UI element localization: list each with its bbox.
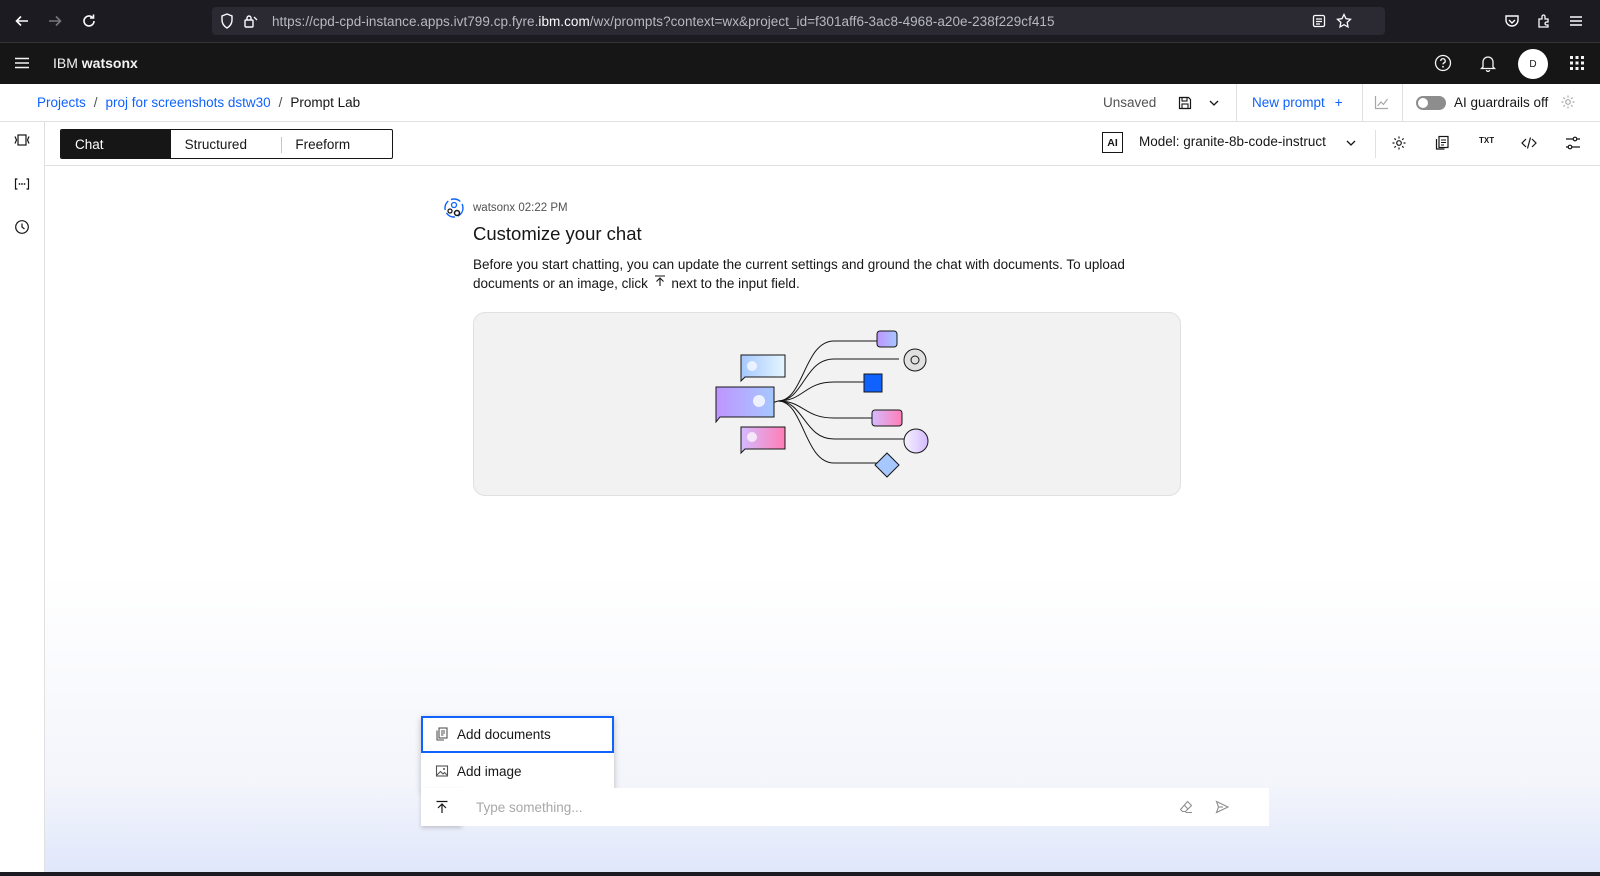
breadcrumb-separator: / <box>278 95 283 110</box>
breadcrumb-current: Prompt Lab <box>290 95 361 110</box>
add-documents-item[interactable]: Add documents <box>421 716 614 753</box>
divider <box>1362 84 1363 121</box>
shield-icon[interactable] <box>220 13 234 29</box>
breadcrumb-bar: Projects / proj for screenshots dstw30 / Pro… <box>0 84 1600 122</box>
save-options-chevron-icon[interactable] <box>1207 96 1221 110</box>
image-icon <box>435 764 449 781</box>
notification-bell-icon[interactable] <box>1479 54 1497 72</box>
add-documents-label: Add documents <box>457 727 551 742</box>
arrow-right-icon <box>49 15 62 27</box>
product-name[interactable]: IBM watsonx <box>53 55 138 71</box>
code-icon[interactable] <box>1521 135 1537 151</box>
add-image-item[interactable]: Add image <box>421 753 614 790</box>
extensions-icon[interactable] <box>1536 13 1552 29</box>
guardrails-toggle[interactable] <box>1416 96 1446 110</box>
divider <box>1402 84 1403 121</box>
upload-icon <box>654 275 665 286</box>
pocket-icon[interactable] <box>1504 13 1520 29</box>
address-bar[interactable]: https://cpd-cpd-instance.apps.ivt799.cp.… <box>212 7 1385 35</box>
window-bottom-edge <box>0 872 1600 876</box>
reload-button[interactable] <box>78 10 100 32</box>
message-text: next to the input field. <box>671 276 800 291</box>
history-clock-icon[interactable] <box>14 219 30 235</box>
parameters-sliders-icon[interactable] <box>1565 135 1581 151</box>
back-button[interactable] <box>11 10 33 32</box>
model-chevron-down-icon[interactable] <box>1344 136 1358 150</box>
send-icon[interactable] <box>1215 800 1229 814</box>
message-title: Customize your chat <box>473 223 642 244</box>
main-panel: Chat Structured Freeform AI Model: grani… <box>45 122 1600 876</box>
guardrails-label: AI guardrails off <box>1454 95 1549 110</box>
plus-icon: + <box>1334 95 1343 110</box>
breadcrumb-projects[interactable]: Projects <box>37 95 86 110</box>
message-meta: watsonx 02:22 PM <box>473 202 568 214</box>
help-icon[interactable] <box>1434 54 1452 72</box>
prompt-toolbar: Chat Structured Freeform AI Model: grani… <box>45 122 1600 166</box>
settings-gear-icon[interactable] <box>1391 135 1407 151</box>
breadcrumb-project[interactable]: proj for screenshots dstw30 <box>106 95 271 110</box>
chat-flow-illustration <box>715 330 929 478</box>
documents-icon[interactable] <box>1434 135 1450 151</box>
save-status: Unsaved <box>1103 95 1157 110</box>
sample-prompts-icon[interactable] <box>14 132 30 148</box>
browser-menu-icon[interactable] <box>1568 13 1584 29</box>
left-rail <box>0 122 45 876</box>
upload-icon <box>436 800 447 813</box>
ai-badge-icon: AI <box>1102 132 1123 153</box>
document-icon <box>435 727 449 744</box>
breadcrumb-separator: / <box>93 95 98 110</box>
message-body: Before you start chatting, you can updat… <box>473 255 1133 293</box>
chart-icon[interactable] <box>1374 95 1389 110</box>
bookmark-star-icon[interactable] <box>1336 13 1352 29</box>
watsonx-logo-icon <box>442 196 466 220</box>
save-icon[interactable] <box>1178 96 1192 110</box>
divider <box>1236 84 1237 121</box>
reader-view-icon[interactable] <box>1312 14 1326 28</box>
hamburger-menu-icon[interactable] <box>14 55 30 71</box>
reload-icon <box>83 14 95 27</box>
upload-menu: Add documents Add image <box>421 716 614 790</box>
app-switcher-icon[interactable] <box>1569 55 1585 71</box>
divider <box>1375 130 1376 158</box>
guardrails-settings-icon[interactable] <box>1560 94 1576 110</box>
mode-switcher: Chat Structured Freeform <box>60 129 393 159</box>
model-selector[interactable]: Model: granite-8b-code-instruct <box>1139 134 1326 149</box>
tab-structured[interactable]: Structured <box>171 130 282 158</box>
txt-export-icon[interactable]: TXT <box>1479 136 1494 145</box>
app-header: IBM watsonx D <box>0 42 1600 84</box>
clear-eraser-icon[interactable] <box>1179 800 1193 814</box>
lock-icon[interactable] <box>242 13 258 29</box>
user-avatar[interactable]: D <box>1518 49 1548 79</box>
add-image-label: Add image <box>457 764 522 779</box>
variables-icon[interactable] <box>14 176 30 192</box>
tab-freeform[interactable]: Freeform <box>281 130 392 158</box>
chat-input[interactable] <box>462 799 1122 815</box>
chat-input-bar <box>462 788 1269 826</box>
upload-button[interactable] <box>421 788 462 826</box>
browser-toolbar: https://cpd-cpd-instance.apps.ivt799.cp.… <box>0 0 1600 42</box>
url-text: https://cpd-cpd-instance.apps.ivt799.cp.… <box>272 13 1055 29</box>
forward-button[interactable] <box>44 10 66 32</box>
arrow-left-icon <box>15 15 28 27</box>
breadcrumb: Projects / proj for screenshots dstw30 / Pro… <box>37 95 360 110</box>
chat-illustration <box>473 312 1181 496</box>
tab-chat[interactable]: Chat <box>61 130 171 158</box>
new-prompt-button[interactable]: New prompt + <box>1252 95 1343 110</box>
